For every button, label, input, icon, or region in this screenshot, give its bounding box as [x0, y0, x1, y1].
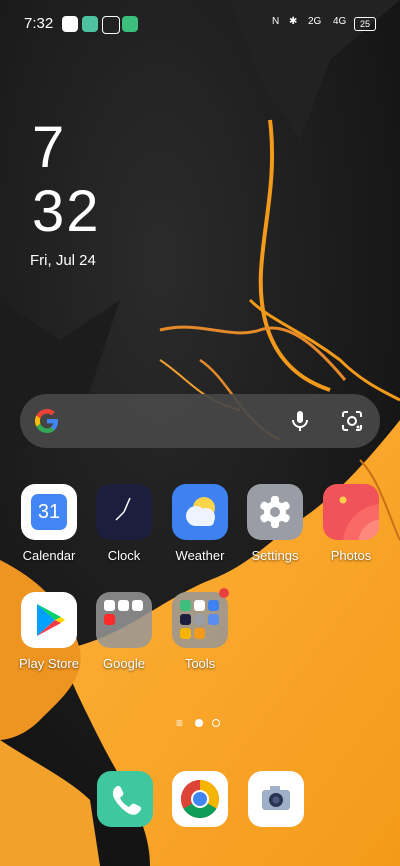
folder-icon	[172, 592, 228, 648]
signal-4g-icon: 4G	[333, 16, 347, 27]
shield-notification-icon	[122, 16, 138, 32]
camera-icon[interactable]	[248, 771, 304, 827]
app-label: Tools	[184, 656, 216, 671]
battery-icon: 25	[354, 17, 376, 31]
phone-icon[interactable]	[97, 771, 153, 827]
media-notification-icon	[102, 16, 120, 34]
lens-icon[interactable]	[340, 409, 364, 433]
chat-notification-icon	[82, 16, 98, 32]
folder-tools[interactable]: Tools	[165, 588, 235, 671]
folder-icon	[96, 592, 152, 648]
app-label: Clock	[107, 548, 141, 563]
clock-icon	[96, 484, 152, 540]
calendar-day: 31	[37, 501, 61, 523]
status-time: 7:32	[24, 15, 54, 32]
google-logo-icon	[35, 409, 58, 433]
gear-icon	[247, 484, 303, 540]
app-play-store[interactable]: Play Store	[14, 592, 84, 671]
bluetooth-icon: ✱	[289, 16, 298, 27]
status-bar: 7:32 N ✱ 2G 4G 25	[0, 0, 400, 48]
app-label: Settings	[251, 548, 299, 563]
menu-lines-icon: ≡	[176, 716, 184, 730]
app-label: Google	[103, 656, 145, 671]
app-photos[interactable]: Photos	[316, 484, 386, 563]
clock-hours: 7	[32, 115, 67, 180]
calendar-icon: 31	[21, 484, 77, 540]
notification-badge	[219, 588, 229, 598]
clock-date: Fri, Jul 24	[30, 252, 96, 269]
play-store-icon	[21, 592, 77, 648]
photos-icon	[323, 484, 379, 540]
google-search-bar[interactable]	[20, 394, 380, 448]
app-weather[interactable]: Weather	[165, 484, 235, 563]
app-label: Play Store	[19, 656, 79, 671]
app-settings[interactable]: Settings	[240, 484, 310, 563]
app-clock[interactable]: Clock	[89, 484, 159, 563]
microphone-icon[interactable]	[288, 409, 312, 433]
app-label: Weather	[175, 548, 225, 563]
app-calendar[interactable]: 31 Calendar	[14, 484, 84, 563]
navigation-bar	[0, 846, 400, 866]
app-label: Calendar	[22, 548, 76, 563]
folder-google[interactable]: Google	[89, 592, 159, 671]
nfc-icon: N	[272, 16, 280, 27]
page-indicator[interactable]: ≡	[176, 716, 226, 730]
app-label: Photos	[330, 548, 372, 563]
signal-2g-icon: 2G	[308, 16, 322, 27]
clock-minutes: 32	[32, 179, 101, 244]
page-dot-inactive	[212, 719, 220, 727]
weather-icon	[172, 484, 228, 540]
chrome-icon[interactable]	[172, 771, 228, 827]
parking-notification-icon	[62, 16, 78, 32]
page-dot-active	[195, 719, 203, 727]
